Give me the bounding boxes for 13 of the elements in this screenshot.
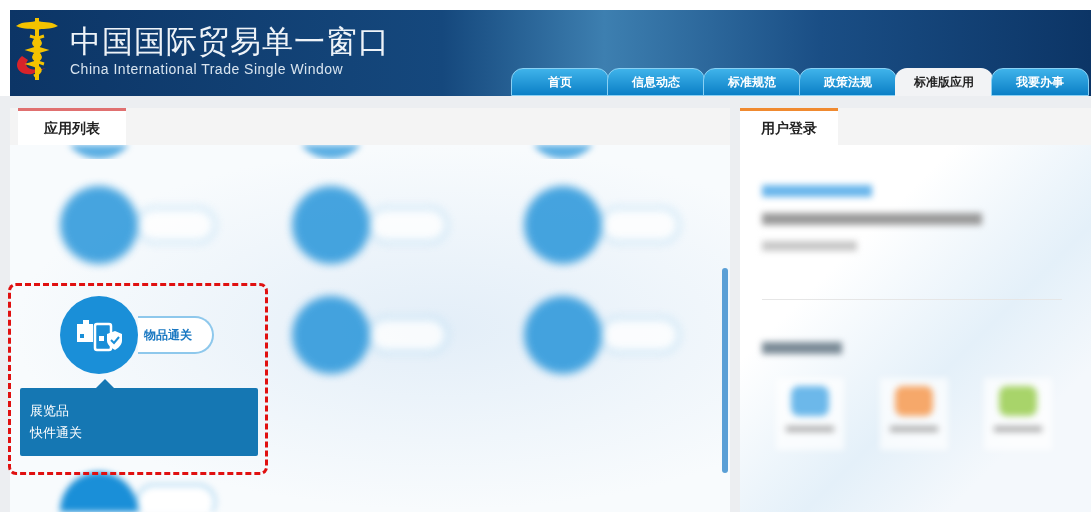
nav-tab[interactable]: 首页 bbox=[511, 68, 609, 96]
nav-tab[interactable]: 信息动态 bbox=[607, 68, 705, 96]
nav-tab[interactable]: 标准版应用 bbox=[895, 68, 993, 96]
nav-tab[interactable]: 我要办事 bbox=[991, 68, 1089, 96]
parcel-phone-shield-icon bbox=[75, 318, 123, 352]
submenu-item[interactable]: 展览品 bbox=[30, 403, 258, 419]
site-title: 中国国际贸易单一窗口 bbox=[70, 22, 390, 60]
nav-tab[interactable]: 标准规范 bbox=[703, 68, 801, 96]
site-subtitle: China International Trade Single Window bbox=[70, 60, 345, 78]
app-label[interactable]: 物品通关 bbox=[138, 316, 214, 354]
nav-tab[interactable]: 政策法规 bbox=[799, 68, 897, 96]
submenu-item[interactable]: 快件通关 bbox=[30, 425, 258, 441]
blurred-shortcut-tile bbox=[880, 378, 948, 450]
